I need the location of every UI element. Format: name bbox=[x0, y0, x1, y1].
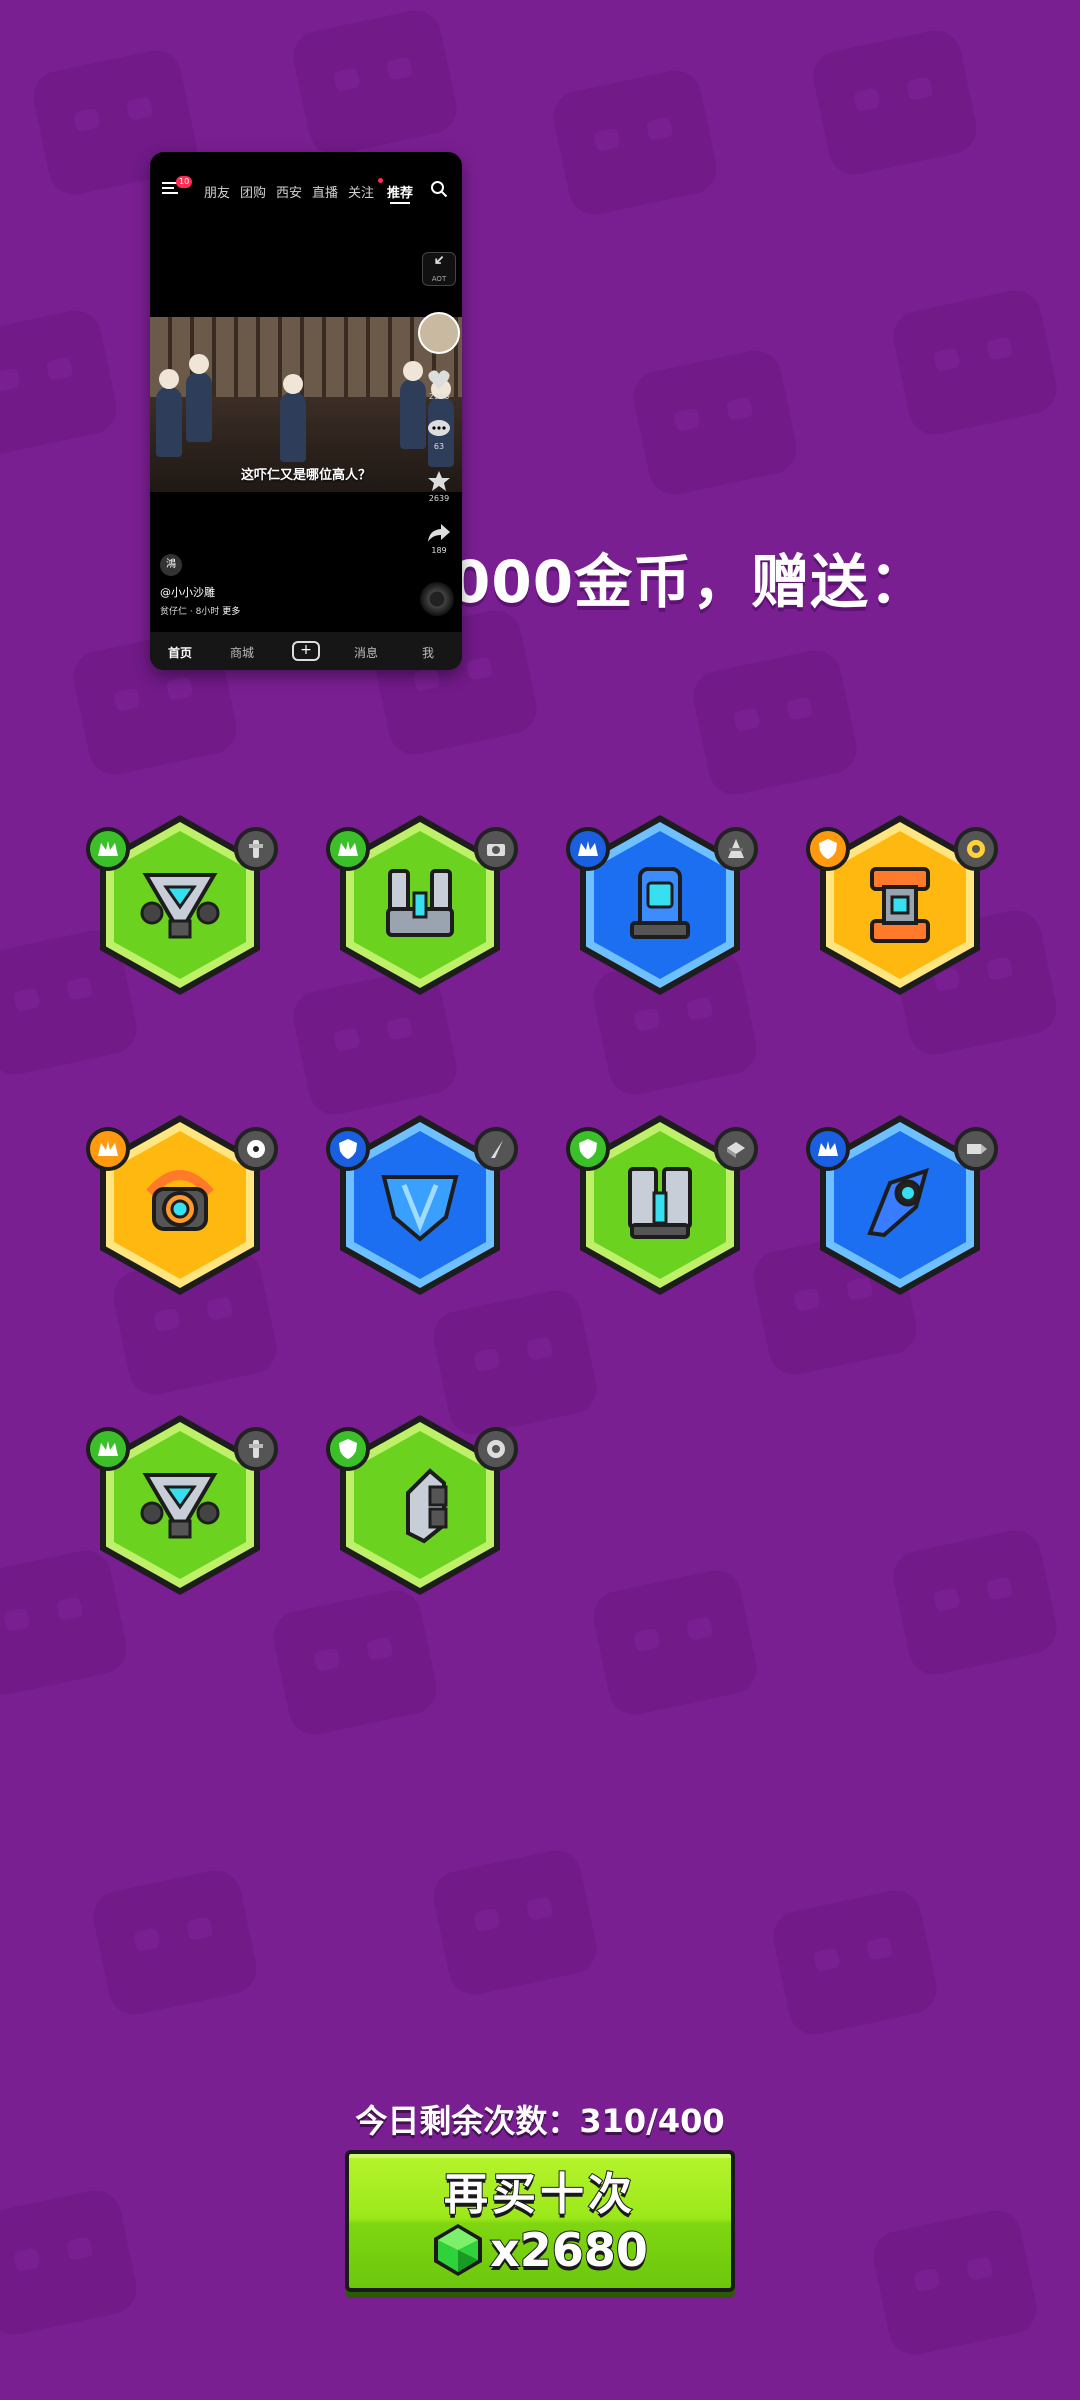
heart-icon bbox=[428, 370, 450, 389]
tab-friends[interactable]: 朋友 bbox=[204, 182, 230, 201]
wrench-icon bbox=[234, 1427, 278, 1471]
crown-icon bbox=[566, 827, 610, 871]
shield-icon bbox=[326, 1127, 370, 1171]
crown-icon bbox=[806, 1127, 850, 1171]
wrench-icon bbox=[234, 827, 278, 871]
bottom-nav: 首页 商城 + 消息 我 bbox=[150, 632, 462, 670]
video-description: 贫仔仁 · 8小时 更多 bbox=[160, 604, 240, 617]
nav-messages[interactable]: 消息 bbox=[354, 644, 378, 661]
buy-ten-label: 再买十次 bbox=[443, 2168, 636, 2221]
gem-icon bbox=[434, 2224, 483, 2276]
shrink-icon bbox=[435, 255, 444, 264]
comment-icon bbox=[428, 420, 450, 436]
author-name[interactable]: @小小沙雕 bbox=[160, 584, 215, 600]
reward-item-twin-plate[interactable] bbox=[566, 1105, 766, 1305]
shield-icon bbox=[566, 1127, 610, 1171]
blue-blade-icon bbox=[867, 1167, 929, 1238]
gold-bracket-icon bbox=[870, 867, 930, 943]
shrink-window-button[interactable]: AOT bbox=[422, 252, 456, 286]
favorite-button[interactable]: 2639 bbox=[422, 470, 456, 503]
nav-home[interactable]: 首页 bbox=[168, 644, 192, 661]
blue-shield-icon bbox=[381, 1175, 459, 1242]
nav-mall[interactable]: 商城 bbox=[230, 644, 254, 661]
camera-icon bbox=[474, 827, 518, 871]
following-dot bbox=[378, 178, 383, 183]
drill-icon bbox=[954, 1127, 998, 1171]
twin-cannon-icon bbox=[386, 869, 454, 937]
reward-item-gold-bracket[interactable] bbox=[806, 805, 1006, 1005]
blue-turret-icon bbox=[630, 867, 690, 939]
tab-live[interactable]: 直播 bbox=[312, 182, 338, 201]
tab-groupbuy[interactable]: 团购 bbox=[240, 182, 266, 201]
reward-item-triangle-core-2[interactable] bbox=[86, 1405, 286, 1605]
shield-icon bbox=[326, 1427, 370, 1471]
nav-me[interactable]: 我 bbox=[422, 644, 434, 661]
like-count: 2986 bbox=[428, 392, 450, 401]
buy-ten-price: x2680 bbox=[349, 2222, 731, 2278]
reward-item-blue-blade[interactable] bbox=[806, 1105, 1006, 1305]
more-link[interactable]: 更多 bbox=[222, 607, 240, 617]
star-icon bbox=[428, 471, 450, 491]
active-tab-underline bbox=[390, 202, 410, 204]
video-subtitle: 这吓仁又是哪位高人？ bbox=[240, 468, 371, 483]
hex-block-icon bbox=[406, 1468, 448, 1544]
saw-icon bbox=[954, 827, 998, 871]
spike-icon bbox=[474, 1127, 518, 1171]
reward-item-gold-eye[interactable] bbox=[86, 1105, 286, 1305]
reward-header: 000金币，赠送： bbox=[450, 548, 929, 616]
crown-icon bbox=[86, 827, 130, 871]
remaining-count: 今日剩余次数：310/400 bbox=[355, 2102, 725, 2140]
tab-following[interactable]: 关注 bbox=[348, 182, 374, 201]
author-initial[interactable]: 鴻 bbox=[160, 554, 182, 576]
crown-icon bbox=[86, 1127, 130, 1171]
like-button[interactable]: 2986 bbox=[422, 368, 456, 401]
shrink-label: AOT bbox=[431, 275, 447, 283]
saw-icon bbox=[474, 1427, 518, 1471]
buy-ten-button[interactable]: 再买十次 x2680 bbox=[345, 2150, 735, 2292]
twin-plate-icon bbox=[628, 1167, 692, 1239]
reward-item-hex-block[interactable] bbox=[326, 1405, 526, 1605]
reward-item-blue-shield[interactable] bbox=[326, 1105, 526, 1305]
search-icon[interactable] bbox=[430, 180, 448, 198]
creator-avatar[interactable] bbox=[418, 312, 460, 354]
favorite-count: 2639 bbox=[428, 494, 450, 503]
comment-count: 63 bbox=[433, 442, 445, 451]
reward-item-twin-cannon[interactable] bbox=[326, 805, 526, 1005]
shield-icon bbox=[806, 827, 850, 871]
music-disc-icon[interactable] bbox=[420, 582, 454, 616]
tab-xian[interactable]: 西安 bbox=[276, 182, 302, 201]
crown-icon bbox=[326, 827, 370, 871]
share-button[interactable]: 189 bbox=[422, 522, 456, 555]
price-value: x2680 bbox=[489, 2222, 649, 2278]
ball-icon bbox=[234, 1127, 278, 1171]
share-count: 189 bbox=[431, 546, 447, 555]
gold-eye-icon bbox=[146, 1170, 214, 1231]
tab-recommend[interactable]: 推荐 bbox=[387, 182, 413, 201]
create-button[interactable]: + bbox=[292, 641, 320, 661]
share-icon bbox=[428, 524, 450, 542]
video-meta: 贫仔仁 · 8小时 bbox=[160, 607, 220, 617]
reward-item-triangle-core[interactable] bbox=[86, 805, 286, 1005]
triangle-core-icon bbox=[140, 1473, 220, 1539]
crown-icon bbox=[86, 1427, 130, 1471]
comment-button[interactable]: 63 bbox=[422, 418, 456, 451]
block-icon bbox=[714, 1127, 758, 1171]
triangle-core-icon bbox=[140, 873, 220, 939]
notification-badge: 10 bbox=[176, 176, 193, 188]
reward-item-blue-turret[interactable] bbox=[566, 805, 766, 1005]
floating-video-window[interactable]: 10 朋友 团购 西安 直播 关注 推荐 AOT 这吓仁又是哪位高人？ 2986… bbox=[150, 152, 462, 670]
spring-icon bbox=[714, 827, 758, 871]
